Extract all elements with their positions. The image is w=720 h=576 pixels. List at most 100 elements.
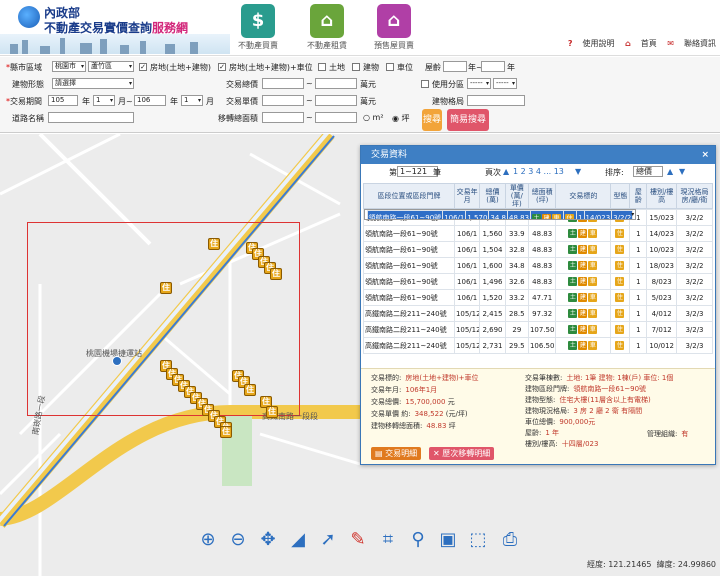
city-select[interactable]: 桃園市 <box>52 61 86 72</box>
use-zone-select-b[interactable]: ----- <box>493 78 517 89</box>
sort-asc-icon[interactable]: ▲ <box>667 167 673 176</box>
cell-total: 1,520 <box>479 289 506 306</box>
page-range-select[interactable]: 1~121 <box>397 166 439 177</box>
table-row[interactable]: 領航南路一段61~90號 106/1 1,496 32.6 48.83 土建車住 1 8/02… <box>363 273 714 290</box>
tab-presale-sale[interactable]: ⌂ 預售屋買賣 <box>363 4 425 51</box>
period-to-year-input[interactable]: 106 <box>134 95 166 106</box>
use-zone-select-a[interactable]: ----- <box>467 78 491 89</box>
print-icon[interactable]: ⎙ <box>498 528 522 552</box>
total-price-to-input[interactable] <box>315 78 357 89</box>
cell-area: 48.83 <box>527 225 557 242</box>
zoom-out-icon[interactable]: ⊖ <box>226 528 250 552</box>
column-header[interactable]: 總面積(坪) <box>527 183 557 209</box>
type-checkbox-house-parking[interactable] <box>218 63 226 71</box>
cell-floor: 10/023 <box>646 241 677 258</box>
column-header[interactable]: 交易標的 <box>555 183 612 209</box>
page-next-icon[interactable]: ▼ <box>575 167 581 176</box>
transaction-pin-icon[interactable]: 住 <box>208 238 220 250</box>
home-link[interactable]: ⌂ 首頁 <box>625 39 657 48</box>
transaction-pin-icon[interactable]: 住 <box>220 426 232 438</box>
table-row[interactable]: 領航南路一段61~90號 106/1 1,570 34.8 48.83 土建車住 1 14/0… <box>363 209 637 220</box>
transaction-pin-icon[interactable]: 住 <box>266 406 278 418</box>
table-row[interactable]: 領航南路一段61~90號 106/1 1,600 34.8 48.83 土建車住 1 18/0… <box>363 257 714 274</box>
zoom-in-icon[interactable]: ⊕ <box>196 528 220 552</box>
table-row[interactable]: 高鐵南路二段211~240號 105/12 2,690 29 107.50 土建車住 1 7/… <box>363 321 714 338</box>
area-to-input[interactable] <box>315 112 357 123</box>
help-link[interactable]: ? 使用說明 <box>568 39 615 48</box>
table-row[interactable]: 高鐵南路二段211~240號 105/12 2,415 28.5 97.32 土建車住 1 4… <box>363 305 714 322</box>
sort-desc-icon[interactable]: ▼ <box>679 167 685 176</box>
cell-addr: 高鐵南路二段211~240號 <box>363 305 455 322</box>
panel-close-icon[interactable]: × <box>701 146 709 164</box>
transfer-history-button[interactable]: ✕ 歷次移轉明細 <box>429 447 495 460</box>
period-from-month-select[interactable]: 1 <box>93 95 115 106</box>
locate-icon[interactable]: ⚲ <box>406 528 430 552</box>
page-links[interactable]: 1 2 3 4 ... 13 <box>513 167 564 176</box>
measure-distance-icon[interactable]: ◢ <box>286 528 310 552</box>
tag-car: 車 <box>588 341 598 350</box>
column-header[interactable]: 樓別/樓高 <box>646 183 677 209</box>
age-to-input[interactable] <box>481 61 505 72</box>
city-label: 縣市區域 <box>6 62 42 73</box>
tab-real-estate-sale[interactable]: $ 不動產買賣 <box>227 4 289 51</box>
simple-search-button[interactable]: 簡易搜尋 <box>447 109 489 131</box>
cell-tags: 土建車 <box>555 225 612 242</box>
pan-icon[interactable]: ✥ <box>256 528 280 552</box>
use-zone-checkbox[interactable] <box>421 80 429 88</box>
district-select[interactable]: 蘆竹區 <box>88 61 134 72</box>
cell-unit: 33.9 <box>504 225 529 242</box>
cell-area: 106.50 <box>527 337 557 354</box>
transaction-detail-button[interactable]: ▤ 交易明細 <box>371 447 422 460</box>
column-header[interactable]: 型態 <box>610 183 631 209</box>
previous-extent-icon[interactable]: ⬚ <box>466 528 490 552</box>
type-checkbox-house[interactable] <box>139 63 147 71</box>
column-header[interactable]: 總價(萬) <box>479 183 506 209</box>
area-unit-m2-radio[interactable]: ○ m² <box>363 113 384 122</box>
road-input[interactable] <box>48 112 134 123</box>
table-row[interactable]: 高鐵南路二段211~240號 105/12 2,731 29.5 106.50 土建車住 1… <box>363 337 714 354</box>
table-row[interactable]: 領航南路一段61~90號 106/1 1,520 33.2 47.71 土建車住 1 5/02… <box>363 289 714 306</box>
type-checkbox-land[interactable] <box>318 63 326 71</box>
road-label: 道路名稱 <box>12 114 44 123</box>
page-prev-icon[interactable]: ▲ <box>503 167 509 176</box>
select-area-icon[interactable]: ✎ <box>346 528 370 552</box>
tag-land: 土 <box>568 293 578 302</box>
column-header[interactable]: 現況格局房/廳/衛 <box>675 183 714 209</box>
home-icon: ⌂ <box>625 39 631 48</box>
column-header[interactable]: 交易年月 <box>453 183 481 209</box>
type-checkbox-building[interactable] <box>352 63 360 71</box>
column-header[interactable]: 單價(萬/坪) <box>504 183 529 209</box>
column-header[interactable]: 屋齡 <box>629 183 648 209</box>
total-price-from-input[interactable] <box>262 78 304 89</box>
contact-link[interactable]: ✉ 聯絡資訊 <box>667 39 716 48</box>
table-row[interactable]: 領航南路一段61~90號 106/1 1,504 32.8 48.83 土建車住 1 10/0… <box>363 241 714 258</box>
sort-select[interactable]: 總價 <box>633 166 663 177</box>
area-from-input[interactable] <box>262 112 304 123</box>
cell-tags: 土建車 <box>555 305 612 322</box>
transaction-pin-icon[interactable]: 住 <box>160 282 172 294</box>
unit-price-to-input[interactable] <box>315 95 357 106</box>
map-toolbar: ⊕ ⊖ ✥ ◢ ➚ ✎ ⌗ ⚲ ▣ ⬚ ⎙ <box>196 528 526 554</box>
period-to-month-select[interactable]: 1 <box>181 95 203 106</box>
unit-price-from-input[interactable] <box>262 95 304 106</box>
type-label-building: 建物 <box>363 63 379 72</box>
measure-area-icon[interactable]: ➚ <box>316 528 340 552</box>
column-header[interactable]: 區段位置或區段門牌 <box>363 183 455 209</box>
building-layout-input[interactable] <box>467 95 525 106</box>
building-type-select[interactable]: 請選擇 <box>52 78 134 89</box>
tab-real-estate-rent[interactable]: ⌂ 不動產租賃 <box>296 4 358 51</box>
clear-icon[interactable]: ⌗ <box>376 528 400 552</box>
detail-field: 交易單價 約: 348,522 (元/坪) <box>371 410 468 418</box>
type-checkbox-parking[interactable] <box>386 63 394 71</box>
full-extent-icon[interactable]: ▣ <box>436 528 460 552</box>
search-button[interactable]: 搜尋 <box>422 109 442 131</box>
table-row[interactable]: 領航南路一段61~90號 106/1 1,560 33.9 48.83 土建車住 1 14/0… <box>363 225 714 242</box>
tag-land: 土 <box>568 277 578 286</box>
period-from-year-input[interactable]: 105 <box>48 95 78 106</box>
transaction-pin-icon[interactable]: 住 <box>244 384 256 396</box>
tag-type: 住 <box>615 341 625 350</box>
age-from-input[interactable] <box>443 61 467 72</box>
tag-car: 車 <box>588 261 598 270</box>
transaction-pin-icon[interactable]: 住 <box>270 268 282 280</box>
area-unit-ping-radio[interactable]: ◉ 坪 <box>392 113 410 124</box>
